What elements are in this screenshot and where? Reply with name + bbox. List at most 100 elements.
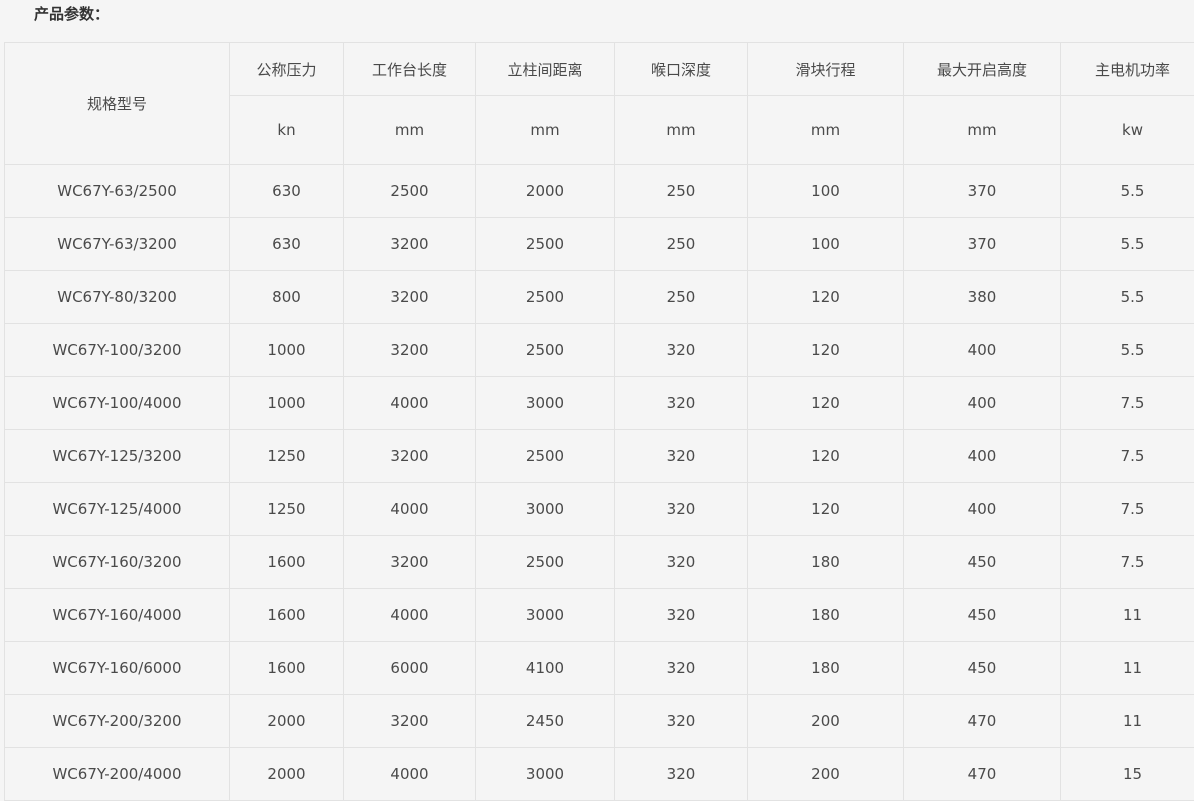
- value-cell: 320: [615, 642, 748, 695]
- table-row: WC67Y-100/32001000320025003201204005.5: [5, 324, 1194, 377]
- value-cell: 100: [748, 165, 904, 218]
- value-cell: 630: [230, 165, 344, 218]
- value-cell: 320: [615, 695, 748, 748]
- value-cell: 2450: [476, 695, 615, 748]
- value-cell: 120: [748, 324, 904, 377]
- value-cell: 200: [748, 695, 904, 748]
- value-cell: 2500: [476, 324, 615, 377]
- value-cell: 380: [904, 271, 1061, 324]
- header-cell: 工作台长度: [344, 43, 476, 96]
- value-cell: 4000: [344, 748, 476, 801]
- value-cell: 1250: [230, 483, 344, 536]
- value-cell: 2000: [230, 748, 344, 801]
- value-cell: 4000: [344, 483, 476, 536]
- unit-cell: kw: [1061, 96, 1194, 165]
- value-cell: 4100: [476, 642, 615, 695]
- model-cell: WC67Y-160/6000: [5, 642, 230, 695]
- value-cell: 11: [1061, 642, 1194, 695]
- value-cell: 5.5: [1061, 271, 1194, 324]
- spec-table: 规格型号 公称压力 工作台长度 立柱间距离 喉口深度 滑块行程 最大开启高度 主…: [4, 42, 1194, 801]
- model-cell: WC67Y-100/4000: [5, 377, 230, 430]
- value-cell: 450: [904, 536, 1061, 589]
- value-cell: 250: [615, 165, 748, 218]
- model-header-cell: 规格型号: [5, 43, 230, 165]
- value-cell: 4000: [344, 377, 476, 430]
- section-title: 产品参数：: [34, 3, 109, 24]
- value-cell: 320: [615, 536, 748, 589]
- value-cell: 400: [904, 430, 1061, 483]
- model-cell: WC67Y-125/3200: [5, 430, 230, 483]
- value-cell: 3000: [476, 589, 615, 642]
- unit-cell: mm: [476, 96, 615, 165]
- value-cell: 3200: [344, 218, 476, 271]
- value-cell: 5.5: [1061, 218, 1194, 271]
- value-cell: 120: [748, 483, 904, 536]
- value-cell: 200: [748, 748, 904, 801]
- value-cell: 450: [904, 589, 1061, 642]
- value-cell: 2500: [476, 218, 615, 271]
- header-cell: 公称压力: [230, 43, 344, 96]
- value-cell: 7.5: [1061, 483, 1194, 536]
- value-cell: 7.5: [1061, 430, 1194, 483]
- model-cell: WC67Y-200/3200: [5, 695, 230, 748]
- unit-cell: mm: [344, 96, 476, 165]
- value-cell: 1600: [230, 536, 344, 589]
- value-cell: 7.5: [1061, 536, 1194, 589]
- value-cell: 3000: [476, 483, 615, 536]
- model-cell: WC67Y-160/4000: [5, 589, 230, 642]
- value-cell: 1600: [230, 589, 344, 642]
- model-cell: WC67Y-100/3200: [5, 324, 230, 377]
- model-cell: WC67Y-80/3200: [5, 271, 230, 324]
- value-cell: 3200: [344, 536, 476, 589]
- value-cell: 1250: [230, 430, 344, 483]
- value-cell: 250: [615, 271, 748, 324]
- table-row: WC67Y-160/400016004000300032018045011: [5, 589, 1194, 642]
- value-cell: 470: [904, 748, 1061, 801]
- value-cell: 800: [230, 271, 344, 324]
- model-cell: WC67Y-160/3200: [5, 536, 230, 589]
- table-row: WC67Y-63/2500630250020002501003705.5: [5, 165, 1194, 218]
- header-cell: 立柱间距离: [476, 43, 615, 96]
- table-row: WC67Y-160/600016006000410032018045011: [5, 642, 1194, 695]
- table-row: WC67Y-63/3200630320025002501003705.5: [5, 218, 1194, 271]
- table-row: WC67Y-200/320020003200245032020047011: [5, 695, 1194, 748]
- value-cell: 3200: [344, 695, 476, 748]
- header-cell: 最大开启高度: [904, 43, 1061, 96]
- table-row: WC67Y-80/3200800320025002501203805.5: [5, 271, 1194, 324]
- model-cell: WC67Y-200/4000: [5, 748, 230, 801]
- value-cell: 2000: [476, 165, 615, 218]
- table-row: WC67Y-100/40001000400030003201204007.5: [5, 377, 1194, 430]
- model-cell: WC67Y-63/3200: [5, 218, 230, 271]
- model-cell: WC67Y-125/4000: [5, 483, 230, 536]
- value-cell: 6000: [344, 642, 476, 695]
- value-cell: 120: [748, 430, 904, 483]
- value-cell: 630: [230, 218, 344, 271]
- table-row: WC67Y-125/32001250320025003201204007.5: [5, 430, 1194, 483]
- value-cell: 370: [904, 218, 1061, 271]
- value-cell: 1600: [230, 642, 344, 695]
- value-cell: 450: [904, 642, 1061, 695]
- value-cell: 2000: [230, 695, 344, 748]
- table-row: WC67Y-125/40001250400030003201204007.5: [5, 483, 1194, 536]
- value-cell: 3200: [344, 324, 476, 377]
- table-row: WC67Y-160/32001600320025003201804507.5: [5, 536, 1194, 589]
- value-cell: 120: [748, 271, 904, 324]
- unit-cell: mm: [748, 96, 904, 165]
- value-cell: 4000: [344, 589, 476, 642]
- value-cell: 400: [904, 377, 1061, 430]
- value-cell: 1000: [230, 324, 344, 377]
- unit-cell: mm: [904, 96, 1061, 165]
- value-cell: 3000: [476, 377, 615, 430]
- value-cell: 3200: [344, 271, 476, 324]
- value-cell: 180: [748, 589, 904, 642]
- unit-cell: mm: [615, 96, 748, 165]
- value-cell: 2500: [476, 430, 615, 483]
- value-cell: 100: [748, 218, 904, 271]
- value-cell: 11: [1061, 589, 1194, 642]
- header-cell: 滑块行程: [748, 43, 904, 96]
- value-cell: 320: [615, 324, 748, 377]
- value-cell: 400: [904, 483, 1061, 536]
- value-cell: 250: [615, 218, 748, 271]
- value-cell: 5.5: [1061, 165, 1194, 218]
- value-cell: 320: [615, 377, 748, 430]
